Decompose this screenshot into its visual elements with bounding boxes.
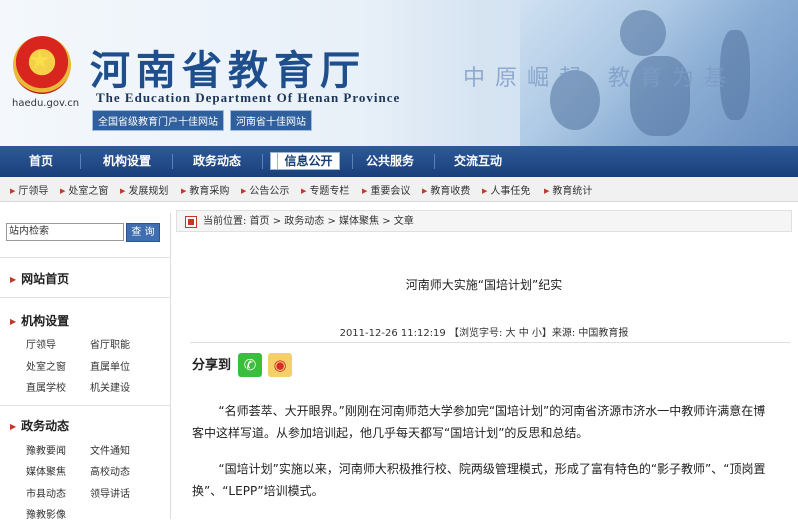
sidebar-link[interactable]: 媒体聚焦 bbox=[26, 463, 66, 478]
weibo-share-icon[interactable]: ◉ bbox=[268, 353, 292, 377]
sidebar-link[interactable]: 直属单位 bbox=[90, 358, 130, 373]
nav-item-interaction[interactable]: 交流互动 bbox=[444, 146, 512, 177]
breadcrumb-label: 当前位置: bbox=[203, 216, 247, 227]
sidebar-section-home[interactable]: 网站首页 bbox=[10, 270, 69, 287]
sidebar-link[interactable]: 直属学校 bbox=[26, 379, 66, 394]
nav-item-info-public[interactable]: 信息公开▾ bbox=[268, 146, 342, 201]
sidebar-link[interactable]: 市县动态 bbox=[26, 485, 66, 500]
sidebar-link[interactable]: 豫教要闻 bbox=[26, 442, 66, 457]
sidebar-link[interactable]: 厅领导 bbox=[26, 336, 56, 351]
sidebar-link[interactable]: 省厅职能 bbox=[90, 336, 130, 351]
divider bbox=[190, 342, 790, 343]
sidebar-link[interactable]: 高校动态 bbox=[90, 463, 130, 478]
award-badges: 全国省级教育门户十佳网站 河南省十佳网站 bbox=[92, 110, 318, 131]
sidebar-link[interactable]: 机关建设 bbox=[90, 379, 130, 394]
article-paragraph: “名师荟萃、大开眼界。”刚刚在河南师范大学参加完“国培计划”的河南省济源市济水一… bbox=[192, 404, 766, 440]
sidebar-section-news[interactable]: 政务动态 bbox=[10, 417, 69, 434]
wechat-share-icon[interactable]: ✆ bbox=[238, 353, 262, 377]
sidebar-section-org[interactable]: 机构设置 bbox=[10, 312, 69, 329]
share-label: 分享到 bbox=[192, 358, 232, 373]
sidebar-link[interactable]: 文件通知 bbox=[90, 442, 130, 457]
site-search-input[interactable] bbox=[6, 223, 124, 241]
subnav-item[interactable]: 专题专栏 bbox=[301, 182, 349, 197]
site-title-en: The Education Department Of Henan Provin… bbox=[96, 90, 401, 105]
sidebar-link[interactable]: 处室之窗 bbox=[26, 358, 66, 373]
subnav-item[interactable]: 处室之窗 bbox=[60, 182, 108, 197]
article-meta: 2011-12-26 11:12:19 【浏览字号: 大 中 小】来源: 中国教… bbox=[339, 328, 629, 339]
article-main: 当前位置: 首页 > 政务动态 > 媒体聚焦 > 文章 河南师大实施“国培计划”… bbox=[176, 206, 798, 519]
nav-item-services[interactable]: 公共服务 bbox=[358, 146, 422, 177]
subnav-item[interactable]: 发展规划 bbox=[120, 182, 168, 197]
award-badge: 全国省级教育门户十佳网站 bbox=[92, 110, 224, 131]
sub-nav: 厅领导 处室之窗 发展规划 教育采购 公告公示 专题专栏 重要会议 教育收费 人… bbox=[0, 177, 798, 202]
article-title: 河南师大实施“国培计划”纪实 bbox=[405, 278, 563, 292]
header-slogan: 中原崛起 教育为基 bbox=[463, 66, 736, 91]
search-button[interactable]: 查 询 bbox=[126, 223, 160, 242]
award-badge: 河南省十佳网站 bbox=[230, 110, 312, 131]
subnav-item[interactable]: 教育收费 bbox=[422, 182, 470, 197]
sidebar-link[interactable]: 领导讲话 bbox=[90, 485, 130, 500]
breadcrumb-path[interactable]: 首页 > 政务动态 > 媒体聚焦 > 文章 bbox=[250, 216, 414, 227]
subnav-item[interactable]: 公告公示 bbox=[241, 182, 289, 197]
location-icon bbox=[185, 216, 197, 228]
subnav-item[interactable]: 教育采购 bbox=[181, 182, 229, 197]
national-emblem-logo[interactable]: ★ bbox=[13, 36, 71, 94]
main-nav: 首页 机构设置 政务动态 信息公开▾ 公共服务 交流互动 bbox=[0, 146, 798, 201]
breadcrumb: 当前位置: 首页 > 政务动态 > 媒体聚焦 > 文章 bbox=[176, 210, 792, 232]
subnav-item[interactable]: 厅领导 bbox=[10, 182, 48, 197]
subnav-item[interactable]: 人事任免 bbox=[482, 182, 530, 197]
nav-item-news[interactable]: 政务动态 bbox=[180, 146, 254, 177]
nav-item-org[interactable]: 机构设置 bbox=[92, 146, 162, 177]
subnav-item[interactable]: 重要会议 bbox=[362, 182, 410, 197]
site-url: haedu.gov.cn bbox=[12, 98, 80, 109]
site-title-cn[interactable]: 河南省教育厅 bbox=[90, 38, 366, 96]
article-paragraph: “国培计划”实施以来，河南师大积极推行校、院两级管理模式，形成了富有特色的“影子… bbox=[192, 462, 766, 498]
subnav-item[interactable]: 教育统计 bbox=[544, 182, 592, 197]
site-header: ★ haedu.gov.cn 河南省教育厅 The Education Depa… bbox=[0, 0, 798, 146]
left-sidebar: 查 询 网站首页 机构设置 厅领导 省厅职能 处室之窗 直属单位 直属学校 机关… bbox=[0, 213, 171, 521]
nav-item-home[interactable]: 首页 bbox=[14, 146, 68, 177]
